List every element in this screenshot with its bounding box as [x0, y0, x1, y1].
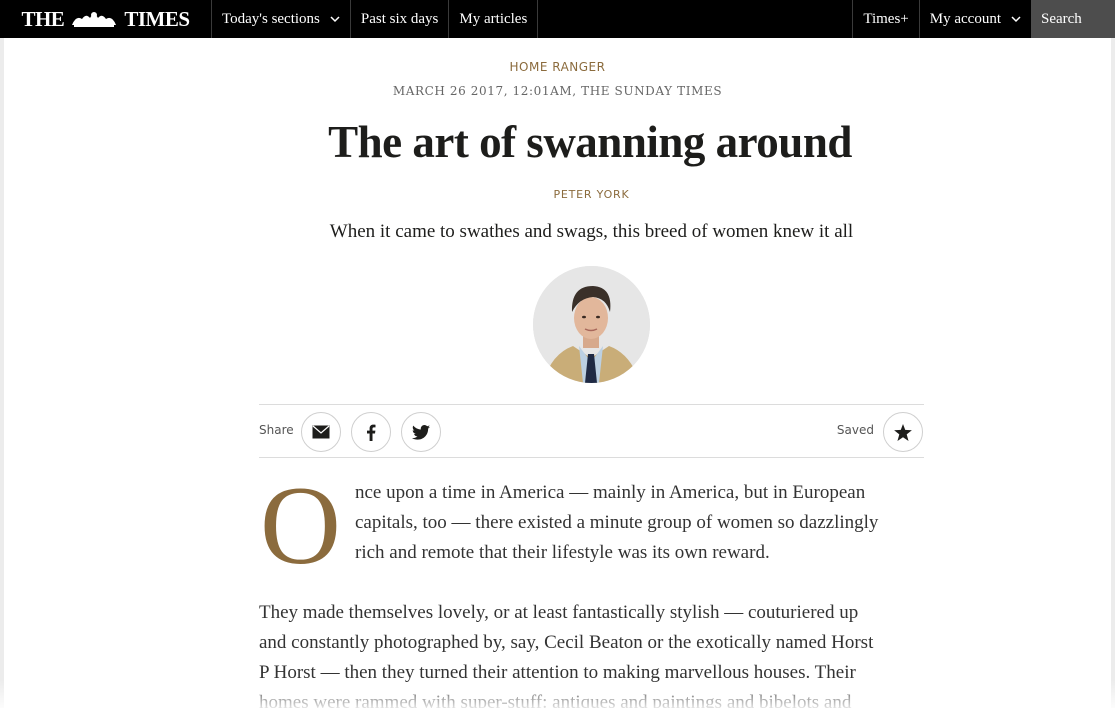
star-icon [894, 423, 912, 441]
email-icon [312, 425, 330, 439]
share-bar: Share Saved [259, 404, 924, 458]
article-headline: The art of swanning around [328, 117, 852, 167]
nav-my-account-label: My account [929, 10, 1001, 27]
chevron-down-icon [1011, 16, 1021, 23]
drop-cap: O [260, 464, 341, 588]
search-button[interactable]: Search [1031, 0, 1115, 38]
save-article-button[interactable] [883, 412, 923, 452]
logo-text-left: THE [21, 6, 65, 31]
paragraph-line: and constantly photographed by, say, Cec… [259, 632, 874, 653]
crest-icon [72, 12, 117, 27]
article-dateline: MARCH 26 2017, 12:01AM, THE SUNDAY TIMES [392, 84, 723, 98]
article-author[interactable]: PETER YORK [0, 188, 1115, 201]
paragraph-line: nce upon a time in America — mainly in A… [355, 482, 866, 503]
share-twitter-button[interactable] [401, 412, 441, 452]
twitter-icon [412, 424, 430, 440]
nav-times-plus-label: Times+ [863, 10, 909, 27]
paragraph-line: They made themselves lovely, or at least… [259, 602, 859, 623]
section-label[interactable]: HOME RANGER [0, 60, 1115, 74]
nav-my-articles-label: My articles [459, 10, 528, 27]
article-standfirst: When it came to swathes and swags, this … [329, 221, 854, 242]
author-avatar [533, 266, 650, 383]
nav-my-account[interactable]: My account [920, 0, 1031, 38]
share-label: Share [259, 423, 294, 437]
paragraph-line: capitals, too — there existed a minute g… [355, 512, 879, 533]
chevron-down-icon [330, 16, 340, 23]
paragraph-line: homes were rammed with super-stuff: anti… [259, 692, 852, 708]
facebook-icon [367, 424, 376, 441]
nav-todays-sections[interactable]: Today's sections [212, 0, 351, 38]
nav-times-plus[interactable]: Times+ [852, 0, 920, 38]
article-paragraph-2: They made themselves lovely, or at least… [259, 598, 925, 708]
nav-past-six-days-label: Past six days [360, 10, 439, 27]
top-navigation-bar: THE TIMES Today's sections Past six days… [0, 0, 1115, 38]
author-photo [533, 266, 650, 383]
logo-text-right: TIMES [124, 6, 190, 31]
paragraph-line: P Horst — then they turned their attenti… [259, 662, 856, 683]
share-facebook-button[interactable] [351, 412, 391, 452]
times-logo[interactable]: THE TIMES [0, 0, 212, 38]
nav-todays-sections-label: Today's sections [222, 10, 320, 27]
article-paragraph-1: nce upon a time in America — mainly in A… [355, 478, 925, 568]
search-button-label: Search [1041, 10, 1082, 27]
nav-my-articles[interactable]: My articles [449, 0, 539, 38]
nav-past-six-days[interactable]: Past six days [351, 0, 450, 38]
saved-label: Saved [836, 423, 874, 437]
share-email-button[interactable] [301, 412, 341, 452]
paragraph-line: rich and remote that their lifestyle was… [355, 542, 770, 563]
